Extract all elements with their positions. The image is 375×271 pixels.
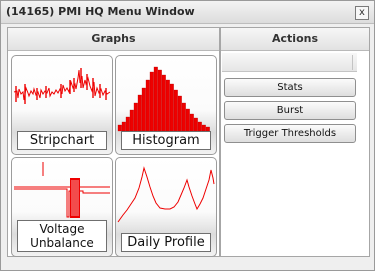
stripchart-tile[interactable]: Stripchart [11,55,113,155]
trigger-thresholds-button[interactable]: Trigger Thresholds [224,124,356,143]
histogram-icon [117,66,210,132]
stats-button[interactable]: Stats [224,78,356,97]
actions-panel: Actions Stats Burst Trigger Thresholds [220,27,370,257]
stripchart-icon [13,68,111,104]
burst-button[interactable]: Burst [224,101,356,120]
stripchart-label: Stripchart [17,131,107,150]
graphs-panel: Graphs Stripchart Histogram Voltage Unba… [7,27,220,257]
histogram-label: Histogram [121,131,211,150]
daily-profile-label: Daily Profile [121,233,211,252]
daily-profile-tile[interactable]: Daily Profile [115,157,217,257]
voltage-unbalance-label: Voltage Unbalance [17,220,107,252]
column-separator [352,55,353,70]
pmi-hq-menu-window: (14165) PMI HQ Menu Window x Graphs Stri… [0,0,375,271]
graphs-header: Graphs [8,28,219,51]
close-button[interactable]: x [355,6,369,20]
voltage-unbalance-tile[interactable]: Voltage Unbalance [11,157,113,257]
title-bar[interactable]: (14165) PMI HQ Menu Window x [1,1,374,24]
window-title: (14165) PMI HQ Menu Window [6,5,195,18]
daily-profile-icon [117,166,215,223]
actions-list-header [222,53,357,72]
histogram-tile[interactable]: Histogram [115,55,217,155]
actions-header: Actions [221,28,369,51]
